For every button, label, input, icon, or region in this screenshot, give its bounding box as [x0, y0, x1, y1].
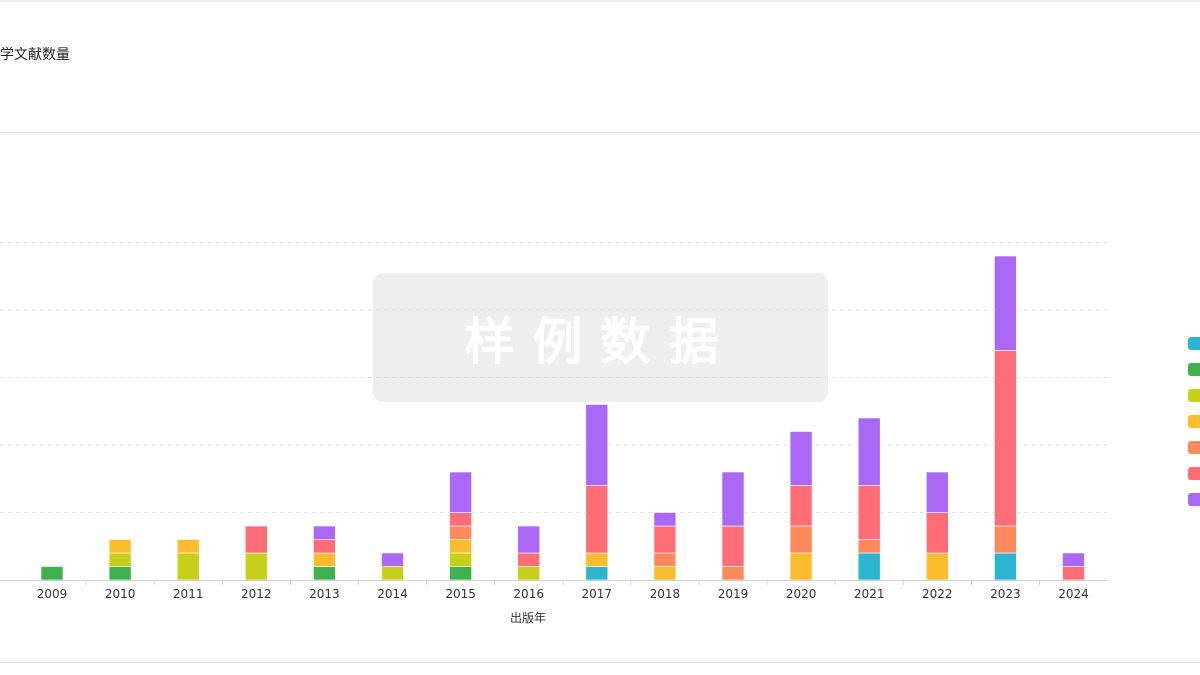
bar-segment-2023-s4[interactable] [994, 525, 1017, 554]
x-tick-label: 2011 [173, 587, 204, 601]
bar-segment-2021-s6[interactable] [857, 417, 881, 486]
bar-segment-2013-s5[interactable] [313, 539, 336, 554]
bar-segment-2010-s3[interactable] [108, 539, 132, 554]
legend-swatch[interactable] [1188, 415, 1200, 428]
x-tick-label: 2018 [650, 587, 681, 601]
bar-segment-2014-s6[interactable] [381, 552, 404, 567]
bar-segment-2010-s1[interactable] [108, 566, 132, 581]
bar-segment-2024-s5[interactable] [1062, 566, 1085, 581]
x-tick-label: 2023 [990, 587, 1021, 601]
bar-segment-2024-s6[interactable] [1062, 552, 1085, 567]
legend-swatch[interactable] [1188, 493, 1200, 506]
x-tick-label: 2009 [37, 587, 68, 601]
x-tick-label: 2022 [922, 587, 953, 601]
x-tick-label: 2021 [854, 587, 885, 601]
bar-segment-2012-s5[interactable] [245, 525, 268, 554]
bar-segment-2015-s2[interactable] [449, 552, 472, 567]
bar-segment-2015-s3[interactable] [449, 539, 472, 554]
x-tick-label: 2012 [241, 587, 272, 601]
bar-segment-2020-s4[interactable] [789, 525, 813, 554]
legend-swatch[interactable] [1188, 467, 1200, 480]
legend-swatch[interactable] [1188, 337, 1200, 350]
bar-segment-2018-s4[interactable] [653, 552, 677, 567]
bar-segment-2023-s5[interactable] [994, 350, 1017, 527]
bar-segment-2011-s2[interactable] [176, 552, 200, 581]
bar-segment-2014-s2[interactable] [381, 566, 404, 581]
x-axis: 2009 2010 2011 2012 2013 2014 2015 2016 2017 2018… [0, 580, 1107, 601]
bar-segment-2019-s4[interactable] [721, 566, 745, 581]
bar-segment-2022-s3[interactable] [925, 552, 949, 581]
x-tick-label: 2017 [582, 587, 613, 601]
bar-segment-2021-s4[interactable] [857, 539, 881, 554]
bar-segment-2015-s1[interactable] [449, 566, 472, 581]
bar-segment-2018-s3[interactable] [653, 566, 677, 581]
bar-segment-2010-s2[interactable] [108, 552, 132, 567]
sample-data-watermark: 样例数据 [373, 273, 828, 402]
x-tick-label: 2010 [105, 587, 136, 601]
bar-segment-2016-s6[interactable] [517, 525, 541, 554]
bar-segment-2013-s3[interactable] [313, 552, 336, 567]
bar-segment-2017-s0[interactable] [585, 566, 609, 581]
bar-segment-2021-s5[interactable] [857, 485, 881, 540]
bar-segment-2009-s1[interactable] [40, 566, 64, 581]
legend-swatch[interactable] [1188, 441, 1200, 454]
bar-segment-2017-s5[interactable] [585, 485, 609, 554]
x-tick-label: 2019 [718, 587, 749, 601]
bar-segment-2011-s3[interactable] [176, 539, 200, 554]
bar-segment-2013-s1[interactable] [313, 566, 336, 581]
bar-segment-2022-s6[interactable] [925, 471, 949, 513]
bar-segment-2017-s6[interactable] [585, 404, 609, 486]
x-tick-label: 2015 [445, 587, 476, 601]
x-axis-label: 出版年 [510, 611, 546, 625]
bar-segment-2017-s3[interactable] [585, 552, 609, 567]
bar-segment-2019-s6[interactable] [721, 471, 745, 527]
bar-segment-2020-s3[interactable] [789, 552, 813, 581]
bar-segment-2018-s5[interactable] [653, 525, 677, 554]
bar-segment-2016-s2[interactable] [517, 566, 541, 581]
bar-segment-2023-s6[interactable] [994, 255, 1017, 351]
bar-segment-2021-s0[interactable] [857, 552, 881, 581]
bar-segment-2020-s5[interactable] [789, 485, 813, 527]
bar-segment-2023-s0[interactable] [994, 552, 1017, 581]
bar-segment-2015-s4[interactable] [449, 525, 472, 540]
bar-segment-2015-s6[interactable] [449, 471, 472, 513]
bar-segment-2016-s5[interactable] [517, 552, 541, 567]
x-tick-label: 2024 [1058, 587, 1089, 601]
bar-segment-2020-s6[interactable] [789, 431, 813, 486]
legend-swatch[interactable] [1188, 363, 1200, 376]
x-tick-label: 2014 [377, 587, 408, 601]
bar-segment-2012-s2[interactable] [245, 552, 268, 581]
x-tick-label: 2013 [309, 587, 340, 601]
bar-segment-2019-s5[interactable] [721, 525, 745, 567]
x-tick-label: 2016 [513, 587, 544, 601]
bar-segment-2022-s5[interactable] [925, 512, 949, 554]
bar-segment-2013-s6[interactable] [313, 525, 336, 540]
bar-segment-2018-s6[interactable] [653, 512, 677, 527]
bar-segment-2015-s5[interactable] [449, 512, 472, 527]
legend-swatch[interactable] [1188, 389, 1200, 402]
x-tick-label: 2020 [786, 587, 817, 601]
